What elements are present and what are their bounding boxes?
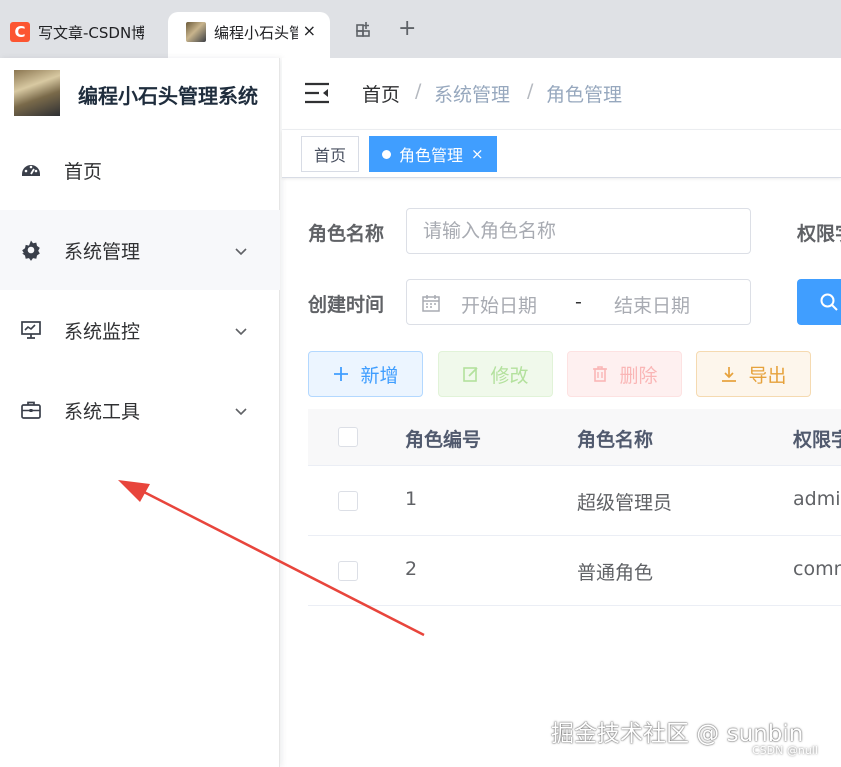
- created-time-label: 创建时间: [308, 294, 385, 316]
- row-checkbox[interactable]: [338, 491, 358, 511]
- tag-home[interactable]: 首页: [301, 136, 360, 172]
- column-header-permission-key[interactable]: 权限字: [793, 425, 841, 452]
- breadcrumb-home[interactable]: 首页: [362, 80, 400, 107]
- navbar: 首页 / 系统管理 / 角色管理: [282, 58, 841, 130]
- delete-button-label: 删除: [619, 364, 658, 387]
- cell-permission-key: common: [793, 558, 841, 580]
- row-checkbox[interactable]: [338, 561, 358, 581]
- watermark-main: 掘金技术社区 @ sunbin: [551, 721, 804, 747]
- edit-button-label: 修改: [490, 364, 529, 387]
- breadcrumb-level2: 角色管理: [546, 84, 623, 106]
- chevron-down-icon: [234, 403, 248, 417]
- brand-title: 编程小石头管理系统: [78, 84, 258, 108]
- column-header-role-id[interactable]: 角色编号: [405, 425, 481, 452]
- role-name-field: [406, 208, 751, 254]
- table-header: 角色编号 角色名称 权限字: [308, 409, 841, 466]
- date-range-separator: -: [575, 291, 582, 313]
- browser-tab-title: 编程小石头管: [214, 24, 298, 42]
- browser-tab-csdn[interactable]: C 写文章-CSDN博: [0, 12, 162, 58]
- tab-close-icon[interactable]: ×: [303, 21, 316, 40]
- csdn-favicon-icon: C: [10, 22, 30, 42]
- sidebar: 编程小石头管理系统 首页 系统管理 系统监控 系统工具: [0, 58, 280, 767]
- role-name-label: 角色名称: [308, 223, 385, 245]
- gear-icon: [20, 239, 42, 261]
- cell-permission-key: admin: [793, 488, 841, 510]
- search-icon: [819, 292, 839, 316]
- browser-tab-strip: C 写文章-CSDN博 编程小石头管 × +: [0, 0, 841, 58]
- logo: [14, 70, 60, 116]
- sidebar-item-label: 首页: [64, 160, 103, 183]
- chevron-down-icon: [234, 243, 248, 257]
- edit-button[interactable]: 修改: [438, 351, 553, 397]
- tag-role-management[interactable]: 角色管理 ×: [369, 136, 497, 172]
- add-button[interactable]: 新增: [308, 351, 423, 397]
- sidebar-item-system-management[interactable]: 系统管理: [0, 210, 280, 290]
- download-icon: [720, 365, 738, 383]
- browser-tab-active[interactable]: 编程小石头管 ×: [168, 12, 330, 58]
- tag-close-icon[interactable]: ×: [471, 145, 484, 163]
- sidebar-item-label: 系统管理: [64, 240, 141, 263]
- tags-view: 首页 角色管理 ×: [282, 130, 841, 178]
- tag-label: 首页: [314, 146, 347, 165]
- cell-role-id: 1: [405, 488, 418, 510]
- cell-role-id: 2: [405, 558, 418, 580]
- sidebar-item-label: 系统工具: [64, 400, 141, 423]
- export-button[interactable]: 导出: [696, 351, 811, 397]
- sidebar-item-home[interactable]: 首页: [0, 130, 280, 210]
- toolbox-icon: [20, 399, 42, 421]
- export-button-label: 导出: [748, 364, 787, 387]
- sidebar-item-label: 系统监控: [64, 320, 141, 343]
- chevron-down-icon: [234, 323, 248, 337]
- active-dot-icon: [382, 149, 391, 159]
- add-button-label: 新增: [360, 364, 399, 387]
- date-range-picker[interactable]: 开始日期 - 结束日期: [406, 279, 751, 325]
- table-row[interactable]: 2 普通角色 common: [308, 536, 841, 606]
- tab-group-icon[interactable]: [355, 20, 373, 43]
- monitor-icon: [20, 319, 42, 341]
- tag-label: 角色管理: [399, 146, 464, 165]
- site-favicon-icon: [186, 22, 206, 42]
- table-row[interactable]: 1 超级管理员 admin: [308, 466, 841, 536]
- edit-icon: [462, 365, 480, 383]
- watermark-sub: CSDN @null: [752, 744, 818, 757]
- calendar-icon: [421, 293, 441, 313]
- start-date-input[interactable]: 开始日期: [461, 291, 537, 318]
- permission-key-label: 权限字: [797, 223, 841, 245]
- sidebar-item-system-tools[interactable]: 系统工具: [0, 370, 280, 450]
- browser-tab-title: 写文章-CSDN博: [38, 24, 144, 42]
- new-tab-button[interactable]: +: [398, 16, 416, 41]
- delete-button[interactable]: 删除: [567, 351, 682, 397]
- sidebar-item-system-monitor[interactable]: 系统监控: [0, 290, 280, 370]
- trash-icon: [591, 365, 609, 383]
- column-header-role-name[interactable]: 角色名称: [577, 425, 653, 452]
- hamburger-icon[interactable]: [304, 82, 330, 104]
- dashboard-icon: [20, 159, 42, 181]
- end-date-input[interactable]: 结束日期: [614, 291, 690, 318]
- cell-role-name: 普通角色: [577, 562, 654, 584]
- search-button[interactable]: [797, 279, 841, 325]
- breadcrumb-level1: 系统管理: [434, 84, 511, 106]
- breadcrumb-separator: /: [527, 80, 534, 102]
- role-name-input[interactable]: [407, 209, 750, 253]
- select-all-checkbox[interactable]: [338, 427, 358, 447]
- breadcrumb-separator: /: [415, 80, 422, 102]
- plus-icon: [332, 365, 350, 383]
- cell-role-name: 超级管理员: [577, 492, 673, 514]
